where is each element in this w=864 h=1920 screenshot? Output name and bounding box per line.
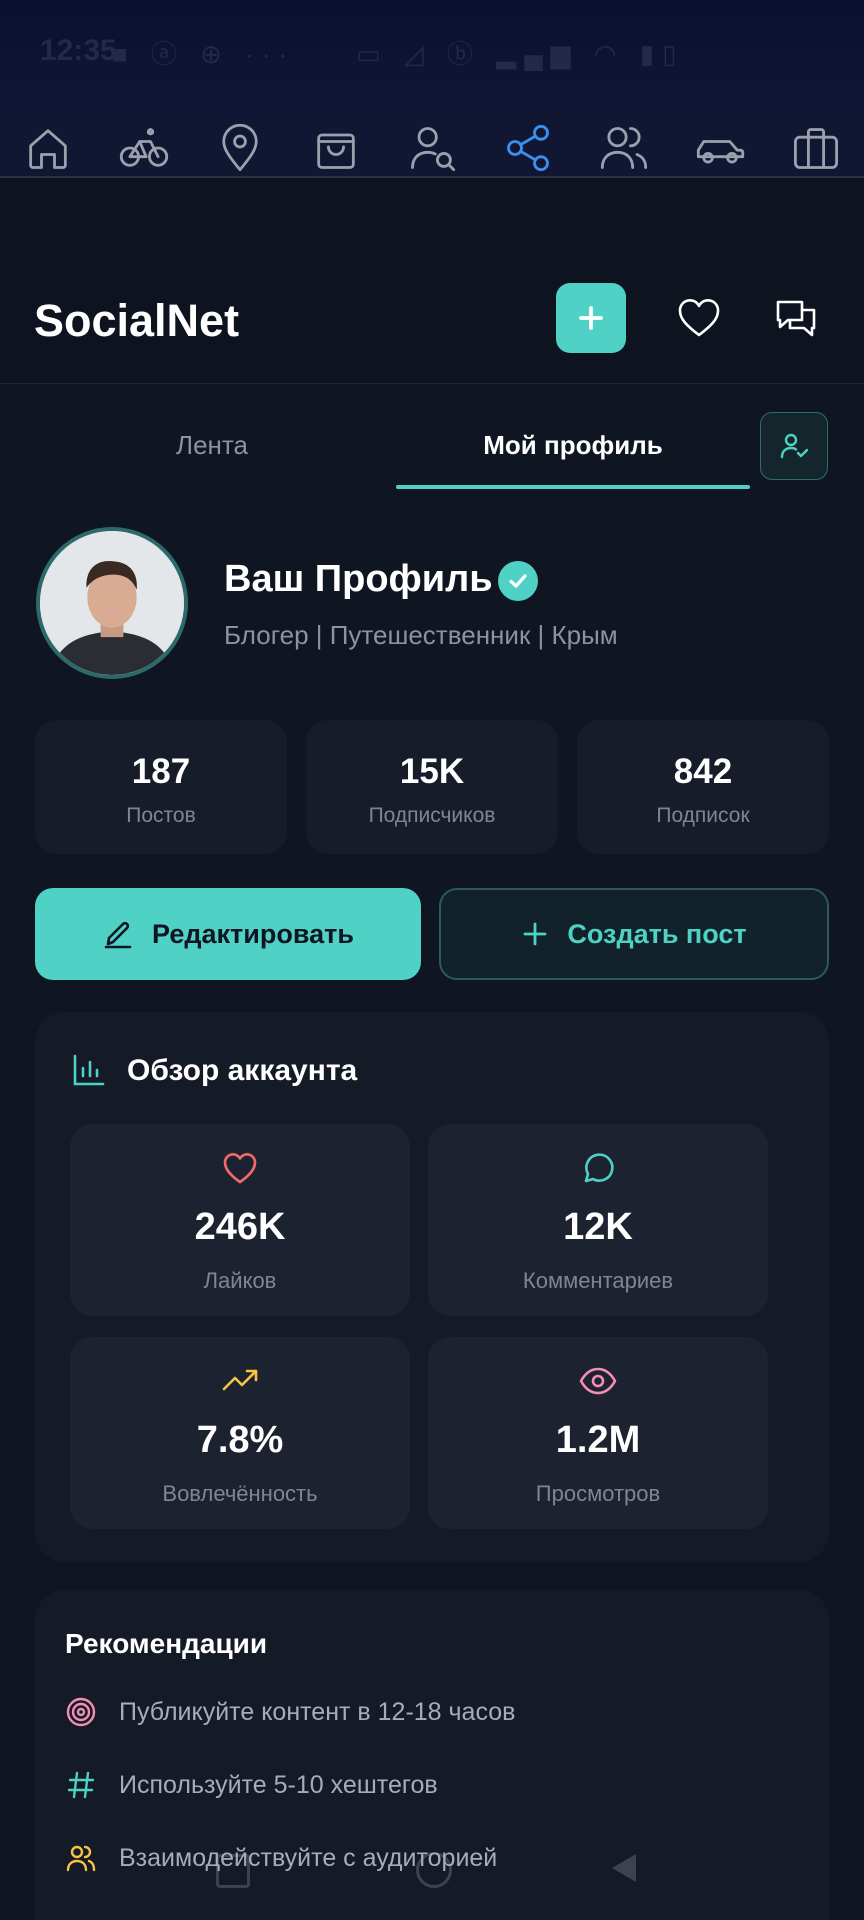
user-check-icon [780,433,809,459]
favorites-button[interactable] [675,294,723,342]
active-tab-indicator [396,485,750,489]
stat-value: 842 [673,752,733,791]
recommendation-text: Взаимодействуйте с аудиторией [119,1844,498,1872]
eye-icon [578,1361,618,1401]
metric-likes[interactable]: 246K Лайков [70,1124,410,1316]
metric-label: Лайков [203,1268,277,1293]
avatar[interactable] [36,527,188,679]
plus-icon [523,922,547,946]
bar-chart-icon [71,1052,107,1088]
shopping-bag-icon[interactable] [310,122,362,174]
metric-label: Комментариев [522,1268,674,1293]
overview-title: Обзор аккаунта [127,1054,358,1087]
create-post-label: Создать пост [567,918,747,949]
target-icon [65,1696,97,1728]
add-button[interactable] [556,283,626,353]
app-title: SocialNet [34,295,240,346]
metric-value: 12K [563,1206,633,1248]
app-switcher-bar [0,104,864,178]
heart-icon [678,299,720,337]
profile-tabs: Лента Мой профиль [0,384,864,494]
chat-icon [776,300,816,337]
recommendation-text: Используйте 5-10 хештегов [119,1771,438,1799]
users-icon[interactable] [598,122,650,174]
create-post-button[interactable]: Создать пост [439,888,829,980]
recommendation-item: Используйте 5-10 хештегов [65,1767,805,1807]
briefcase-icon[interactable] [790,122,842,174]
checkmark-icon [509,574,527,588]
tab-my-profile[interactable]: Мой профиль [396,430,750,461]
status-time: 12:35 [40,34,117,67]
recommendations-card: Рекомендации Публикуйте контент в 12-18 … [35,1590,829,1920]
comment-icon [578,1148,618,1188]
share-icon[interactable] [502,122,554,174]
stat-following[interactable]: 842 Подписок [577,720,829,854]
stat-posts[interactable]: 187 Постов [35,720,287,854]
status-notification-icons: ■ ⓐ ⊕ ··· [112,39,296,69]
recommendation-item: Взаимодействуйте с аудиторией [65,1840,805,1880]
pencil-icon [104,921,132,949]
metric-value: 1.2M [555,1419,641,1461]
stat-value: 15K [399,752,465,791]
metric-engagement[interactable]: 7.8% Вовлечённость [70,1337,410,1529]
stat-label: Подписчиков [368,804,496,827]
edit-profile-label: Редактировать [152,918,354,949]
profile-bio: Блогер | Путешественник | Крым [224,620,618,650]
stat-label: Подписок [656,804,750,827]
metric-label: Вовлечённость [162,1481,318,1506]
bike-icon[interactable] [118,122,170,174]
trending-up-icon [220,1361,260,1401]
account-overview-card: Обзор аккаунта 246K Лайков 12K Комментар… [35,1012,829,1562]
messages-button[interactable] [772,294,820,342]
profile-name: Ваш Профиль [224,558,493,600]
location-pin-icon[interactable] [214,122,266,174]
stat-label: Постов [126,804,196,827]
status-system-icons: ▭ ◿ ⓑ ▂▄▆ ◠ ▮▯ [356,39,685,69]
car-icon[interactable] [694,122,746,174]
recommendation-text: Публикуйте контент в 12-18 часов [119,1698,516,1726]
user-check-button[interactable] [760,412,828,480]
plus-icon [579,306,603,330]
avatar-photo [40,531,184,675]
verified-badge [498,561,538,601]
recommendation-item: Публикуйте контент в 12-18 часов [65,1694,805,1734]
metric-value: 7.8% [196,1419,284,1461]
edit-profile-button[interactable]: Редактировать [35,888,421,980]
app-header [0,178,864,384]
status-bar: 12:35 ■ ⓐ ⊕ ··· ▭ ◿ ⓑ ▂▄▆ ◠ ▮▯ [0,0,864,104]
heart-icon [220,1148,260,1188]
recommendations-title: Рекомендации [65,1628,268,1659]
user-search-icon[interactable] [406,122,458,174]
metric-views[interactable]: 1.2M Просмотров [428,1337,768,1529]
hashtag-icon [65,1769,97,1801]
stat-followers[interactable]: 15K Подписчиков [306,720,558,854]
metric-label: Просмотров [535,1481,661,1506]
tab-feed[interactable]: Лента [52,430,372,461]
users-icon [65,1842,97,1874]
metric-value: 246K [194,1206,286,1248]
stat-value: 187 [131,752,191,791]
home-icon[interactable] [22,122,74,174]
metric-comments[interactable]: 12K Комментариев [428,1124,768,1316]
